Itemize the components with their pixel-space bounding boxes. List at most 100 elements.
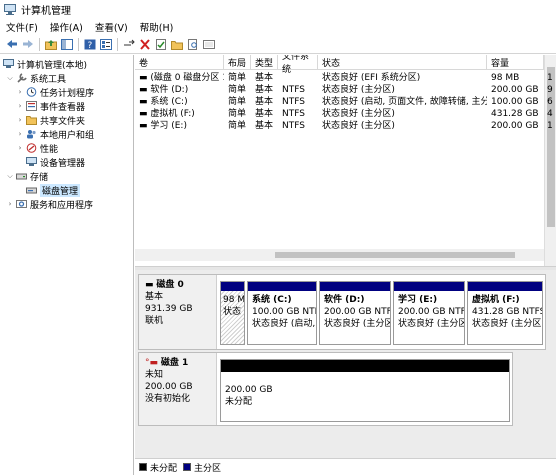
cell-volume: ▬ 系统 (C:) (139, 97, 188, 107)
tree-services[interactable]: › 服务和应用程序 (6, 197, 93, 211)
clock-icon (26, 87, 37, 97)
partition-efi[interactable]: 98 M 状态 (220, 281, 245, 345)
tree-device-manager[interactable]: 设备管理器 (26, 155, 85, 169)
partition-bar (394, 282, 464, 291)
volume-icon: ▬ (139, 73, 151, 83)
folder-icon[interactable] (170, 38, 183, 51)
menu-action[interactable]: 操作(A) (50, 20, 83, 34)
table-row[interactable]: ▬ 系统 (C:) 简单 基本 NTFS 状态良好 (启动, 页面文件, 故障转… (135, 96, 544, 108)
tree-root[interactable]: 计算机管理(本地) (3, 57, 87, 71)
chevron-right-icon[interactable]: › (16, 102, 24, 110)
computer-icon (3, 59, 14, 69)
back-arrow-icon[interactable] (5, 38, 18, 51)
cell-status: 状态良好 (主分区) (322, 109, 395, 119)
disk-1-status: 没有初始化 (145, 394, 191, 404)
disk-management-icon (26, 185, 37, 195)
tree-event-viewer[interactable]: › 事件查看器 (16, 99, 85, 113)
cell-layout: 简单 (228, 73, 247, 83)
tools-icon (16, 73, 27, 83)
storage-icon (16, 171, 27, 181)
column-header-volume[interactable]: 卷 (135, 55, 224, 70)
cell-type: 基本 (255, 85, 274, 95)
partition-d[interactable]: 软件 (D:) 200.00 GB NTFS 状态良好 (主分区) (319, 281, 391, 345)
help-icon[interactable]: ? (83, 38, 96, 51)
tree-storage[interactable]: ⌵ 存储 (6, 169, 48, 183)
clipped-column-cell: 1 (547, 121, 553, 131)
chevron-down-icon[interactable]: ⌵ (6, 172, 14, 181)
cell-status: 状态良好 (启动, 页面文件, 故障转储, 主分区) (322, 97, 487, 107)
view-icon[interactable] (202, 38, 215, 51)
tree-disk-management[interactable]: 磁盘管理 (26, 183, 81, 197)
up-folder-icon[interactable] (44, 38, 57, 51)
show-hide-tree-icon[interactable] (60, 38, 73, 51)
disk-0-info: ▬ 磁盘 0 基本 931.39 GB 联机 (139, 275, 217, 349)
menu-view[interactable]: 查看(V) (95, 20, 128, 34)
check-disk-icon[interactable] (154, 38, 167, 51)
toolbar-separator (117, 37, 118, 51)
disk-icon: ▬ (145, 280, 157, 290)
unallocated-swatch (139, 463, 147, 471)
cell-capacity: 98 MB (491, 73, 520, 83)
menu-file[interactable]: 文件(F) (6, 20, 38, 34)
partition-e[interactable]: 学习 (E:) 200.00 GB NTFS 状态良好 (主分区 (393, 281, 465, 345)
menu-bar: 文件(F) 操作(A) 查看(V) 帮助(H) (0, 18, 556, 35)
cell-layout: 简单 (228, 109, 247, 119)
primary-swatch (183, 463, 192, 471)
disk-1-panel[interactable]: °▬ 磁盘 1 未知 200.00 GB 没有初始化 200.00 GB 未分配 (138, 352, 513, 426)
column-header-type[interactable]: 类型 (251, 55, 278, 70)
tree-system-tools[interactable]: ⌵ 系统工具 (6, 71, 66, 85)
legend: 未分配 主分区 (135, 458, 556, 475)
computer-management-icon (4, 3, 16, 15)
delete-icon[interactable] (138, 38, 151, 51)
table-row[interactable]: ▬ 虚拟机 (F:) 简单 基本 NTFS 状态良好 (主分区) 431.28 … (135, 108, 544, 120)
chevron-right-icon[interactable]: › (16, 88, 24, 96)
properties-icon[interactable] (99, 38, 112, 51)
cell-filesystem: NTFS (282, 109, 305, 119)
cell-volume: ▬ 软件 (D:) (139, 85, 189, 95)
cell-type: 基本 (255, 109, 274, 119)
chevron-right-icon[interactable]: › (16, 116, 24, 124)
tree-task-scheduler[interactable]: › 任务计划程序 (16, 85, 94, 99)
search-document-icon[interactable] (186, 38, 199, 51)
table-row[interactable]: ▬ (磁盘 0 磁盘分区 1) 简单 基本 状态良好 (EFI 系统分区) 98… (135, 72, 544, 84)
connect-icon[interactable] (122, 38, 135, 51)
disk-0-status: 联机 (145, 316, 164, 326)
column-header-filesystem[interactable]: 文件系统 (278, 55, 318, 75)
menu-help[interactable]: 帮助(H) (140, 20, 174, 34)
column-header-status[interactable]: 状态 (318, 55, 487, 70)
tree-local-users[interactable]: › 本地用户和组 (16, 127, 94, 141)
partition-bar (468, 282, 542, 291)
partition-c[interactable]: 系统 (C:) 100.00 GB NTF 状态良好 (启动, (247, 281, 317, 345)
partition-f[interactable]: 虚拟机 (F:) 431.28 GB NTFS 状态良好 (主分区) (467, 281, 543, 345)
table-row[interactable]: ▬ 软件 (D:) 简单 基本 NTFS 状态良好 (主分区) 200.00 G… (135, 84, 544, 96)
chevron-right-icon[interactable]: › (16, 144, 24, 152)
vertical-scrollbar[interactable]: 1 9 6 4 1 (544, 55, 556, 267)
chevron-right-icon[interactable]: › (16, 130, 24, 138)
volume-icon: ▬ (139, 109, 151, 119)
partition-bar (221, 282, 244, 291)
partition-bar (320, 282, 390, 291)
disk-0-panel[interactable]: ▬ 磁盘 0 基本 931.39 GB 联机 98 M 状态 系统 (C:) 1… (138, 274, 546, 350)
column-header-capacity[interactable]: 容量 (487, 55, 544, 70)
cell-capacity: 200.00 GB (491, 85, 539, 95)
column-header-layout[interactable]: 布局 (224, 55, 251, 70)
navigation-tree: 计算机管理(本地) ⌵ 系统工具 › 任务计划程序 › 事件查看器 › 共享文件… (0, 55, 134, 475)
disk-1-name: 磁盘 1 (160, 358, 189, 368)
toolbar: ? (0, 35, 556, 54)
event-log-icon (26, 101, 37, 111)
chevron-right-icon[interactable]: › (6, 200, 14, 208)
cell-status: 状态良好 (EFI 系统分区) (322, 73, 421, 83)
scroll-thumb[interactable] (275, 252, 515, 258)
cell-capacity: 100.00 GB (491, 97, 539, 107)
tree-performance[interactable]: › 性能 (16, 141, 58, 155)
disk-1-info: °▬ 磁盘 1 未知 200.00 GB 没有初始化 (139, 353, 217, 425)
horizontal-scrollbar[interactable] (135, 249, 544, 261)
tree-shared-folders[interactable]: › 共享文件夹 (16, 113, 85, 127)
legend-unallocated: 未分配 (150, 463, 178, 474)
table-row[interactable]: ▬ 学习 (E:) 简单 基本 NTFS 状态良好 (主分区) 200.00 G… (135, 120, 544, 132)
disk-uninitialized-icon: °▬ (145, 358, 161, 368)
title-bar: 计算机管理 (0, 0, 556, 18)
forward-arrow-icon[interactable] (21, 38, 34, 51)
partition-unallocated[interactable]: 200.00 GB 未分配 (220, 359, 510, 422)
chevron-down-icon[interactable]: ⌵ (6, 74, 14, 83)
